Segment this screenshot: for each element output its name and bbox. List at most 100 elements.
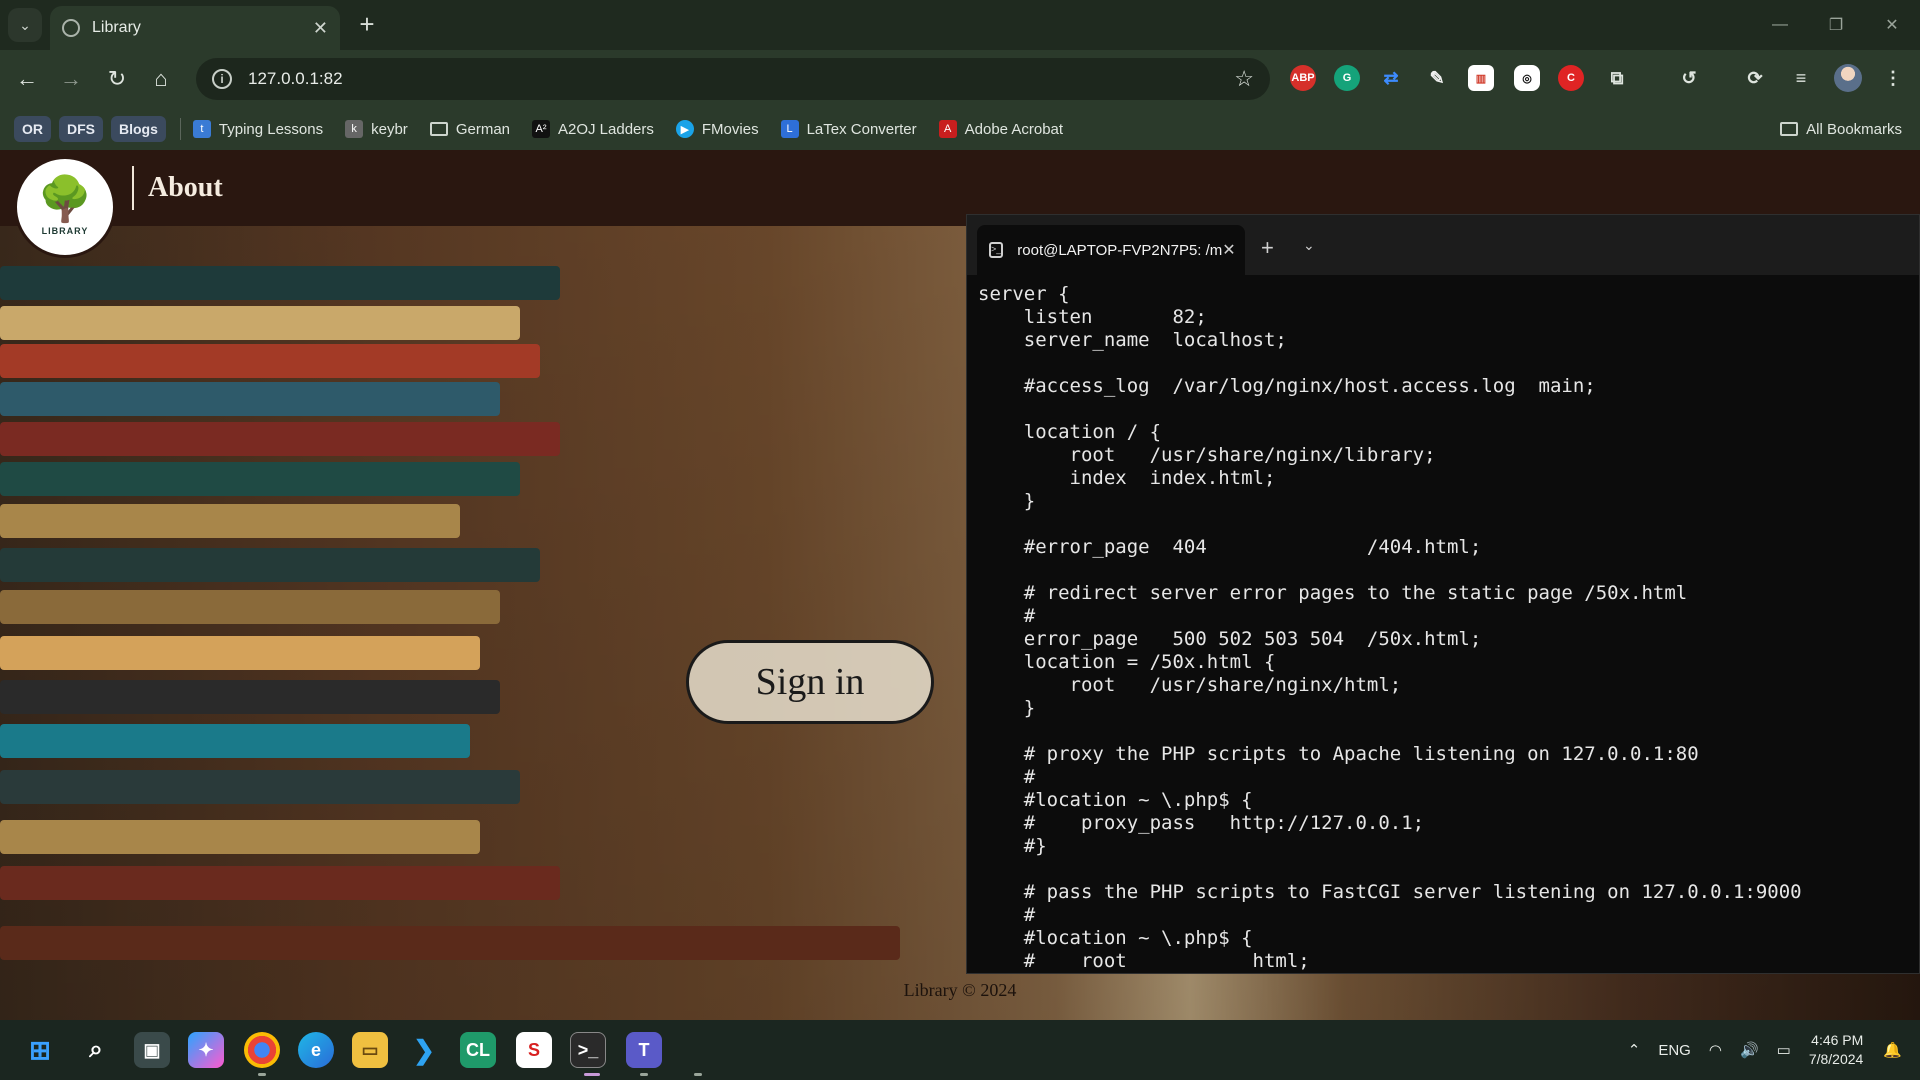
- windows-start-icon[interactable]: ⊞: [22, 1032, 58, 1068]
- battery-icon[interactable]: ▭: [1777, 1041, 1791, 1059]
- menu-kebab-icon[interactable]: ⋮: [1880, 65, 1906, 91]
- about-link[interactable]: About: [132, 166, 223, 210]
- terminal-line: #access_log /var/log/nginx/host.access.l…: [978, 375, 1596, 397]
- bookmark-chip-dfs[interactable]: DFS: [59, 116, 103, 142]
- terminal-tab[interactable]: >_ root@LAPTOP-FVP2N7P5: /m ✕: [977, 225, 1245, 275]
- acrobat-icon: A: [938, 120, 957, 138]
- terminal-tab-bar: >_ root@LAPTOP-FVP2N7P5: /m ✕ + ⌄: [967, 215, 1919, 275]
- red-app-icon[interactable]: S: [516, 1032, 552, 1068]
- terminal-line: #}: [978, 835, 1047, 857]
- terminal-line: location = /50x.html {: [978, 651, 1276, 673]
- browser-toolbar: ← → ↻ ⌂ i 127.0.0.1:82 ☆ ABP G ⇄ ✎ ▥ ◎ C…: [0, 50, 1920, 108]
- edge-icon[interactable]: e: [298, 1032, 334, 1068]
- profile-avatar[interactable]: [1834, 64, 1862, 92]
- library-logo[interactable]: 🌳 LIBRARY: [14, 156, 116, 258]
- notification-bell-icon[interactable]: 🔔: [1883, 1041, 1902, 1059]
- terminal-line: # redirect server error pages to the sta…: [978, 582, 1688, 604]
- latex-icon: L: [780, 120, 799, 138]
- file-explorer-icon[interactable]: ▭: [352, 1032, 388, 1068]
- sign-in-button[interactable]: Sign in: [686, 640, 934, 724]
- clock-time: 4:46 PM: [1811, 1032, 1864, 1048]
- bookmark-a2oj[interactable]: A² A2OJ Ladders: [532, 120, 654, 138]
- terminal-output[interactable]: server { listen 82; server_name localhos…: [967, 275, 1919, 975]
- minimize-icon[interactable]: —: [1752, 0, 1808, 50]
- terminal-line: index index.html;: [978, 467, 1276, 489]
- bookmark-separator: [179, 118, 181, 140]
- terminal-tab-title: root@LAPTOP-FVP2N7P5: /m: [1017, 241, 1223, 259]
- bookmark-chip-blogs[interactable]: Blogs: [111, 116, 166, 142]
- terminal-dropdown-icon[interactable]: ⌄: [1303, 237, 1315, 254]
- url-text[interactable]: 127.0.0.1:82: [248, 69, 1234, 89]
- adblock-icon[interactable]: ABP: [1290, 65, 1316, 91]
- bookmark-latex[interactable]: L LaTex Converter: [780, 120, 917, 138]
- search-icon[interactable]: ⌕: [78, 1032, 114, 1068]
- system-tray: ⌃ ENG ◠ 🔊 ▭ 4:46 PM 7/8/2024 🔔: [1628, 1020, 1920, 1080]
- volume-icon[interactable]: 🔊: [1740, 1041, 1759, 1059]
- red-ext-icon[interactable]: C: [1558, 65, 1584, 91]
- clock[interactable]: 4:46 PM 7/8/2024: [1809, 1031, 1864, 1069]
- terminal-line: # proxy_pass http://127.0.0.1;: [978, 812, 1425, 834]
- bookmark-label: German: [455, 120, 510, 138]
- terminal-line: server_name localhost;: [978, 329, 1287, 351]
- vscode-icon[interactable]: ❯: [406, 1032, 442, 1068]
- bookmark-label: FMovies: [701, 120, 759, 138]
- bookmark-german[interactable]: German: [429, 120, 510, 138]
- bookmark-acrobat[interactable]: A Adobe Acrobat: [938, 120, 1064, 138]
- terminal-line: #: [978, 766, 1036, 788]
- close-terminal-tab-icon[interactable]: ✕: [1222, 240, 1235, 260]
- translate-icon[interactable]: ⇄: [1378, 65, 1404, 91]
- keybr-icon: k: [345, 120, 364, 138]
- logo-text: LIBRARY: [41, 226, 89, 236]
- new-terminal-tab-button[interactable]: +: [1261, 235, 1274, 261]
- new-tab-button[interactable]: +: [352, 10, 382, 40]
- grammarly-icon[interactable]: G: [1334, 65, 1360, 91]
- close-window-icon[interactable]: ✕: [1864, 0, 1920, 50]
- clock-date: 7/8/2024: [1808, 1051, 1864, 1067]
- bookmark-keybr[interactable]: k keybr: [345, 120, 408, 138]
- terminal-line: }: [978, 490, 1036, 512]
- terminal-line: #location ~ \.php$ {: [978, 927, 1253, 949]
- bookmark-label: A2OJ Ladders: [558, 120, 654, 138]
- back-icon[interactable]: ←: [12, 64, 42, 94]
- home-icon[interactable]: ⌂: [146, 64, 176, 94]
- bookmark-chip-or[interactable]: OR: [14, 116, 51, 142]
- language-indicator[interactable]: ENG: [1658, 1042, 1691, 1059]
- openai-icon[interactable]: ◎: [1514, 65, 1540, 91]
- copilot-icon[interactable]: ✦: [188, 1032, 224, 1068]
- chart-icon[interactable]: ▥: [1468, 65, 1494, 91]
- close-tab-icon[interactable]: ✕: [313, 18, 328, 39]
- chevron-down-icon: ⌄: [19, 16, 31, 33]
- clion-icon[interactable]: CL: [460, 1032, 496, 1068]
- terminal-taskbar-icon[interactable]: >_: [570, 1032, 606, 1068]
- reload-icon[interactable]: ↻: [102, 64, 132, 94]
- task-view-icon[interactable]: ▣: [134, 1032, 170, 1068]
- terminal-line: # pass the PHP scripts to FastCGI server…: [978, 881, 1802, 903]
- bookmark-label: Adobe Acrobat: [964, 120, 1064, 138]
- puzzle-icon[interactable]: ⧉: [1604, 65, 1630, 91]
- terminal-line: }: [978, 697, 1036, 719]
- media-control-icon[interactable]: ≡: [1788, 65, 1814, 91]
- site-info-icon[interactable]: i: [212, 69, 232, 89]
- performance-icon[interactable]: ⟳: [1742, 65, 1768, 91]
- browser-tab[interactable]: Library ✕: [50, 6, 340, 50]
- bookmark-typing-lessons[interactable]: t Typing Lessons: [192, 120, 323, 138]
- tab-search-button[interactable]: ⌄: [8, 8, 42, 42]
- bookmark-fmovies[interactable]: ▶ FMovies: [675, 120, 759, 138]
- restore-icon[interactable]: ❐: [1808, 0, 1864, 50]
- tab-strip: ⌄ Library ✕ + — ❐ ✕: [0, 0, 1920, 50]
- terminal-window: >_ root@LAPTOP-FVP2N7P5: /m ✕ + ⌄ server…: [966, 214, 1920, 974]
- teams-icon[interactable]: T: [626, 1032, 662, 1068]
- globe-icon: [62, 19, 80, 37]
- all-bookmarks[interactable]: All Bookmarks: [1780, 108, 1902, 150]
- history-icon[interactable]: ↺: [1676, 65, 1702, 91]
- chrome-icon[interactable]: [244, 1032, 280, 1068]
- eyedropper-icon[interactable]: ✎: [1424, 65, 1450, 91]
- chevron-up-icon[interactable]: ⌃: [1628, 1041, 1641, 1059]
- wifi-icon[interactable]: ◠: [1709, 1041, 1722, 1059]
- bookmark-star-icon[interactable]: ☆: [1234, 66, 1254, 92]
- address-bar[interactable]: i 127.0.0.1:82 ☆: [196, 58, 1270, 100]
- forward-icon[interactable]: →: [56, 64, 86, 94]
